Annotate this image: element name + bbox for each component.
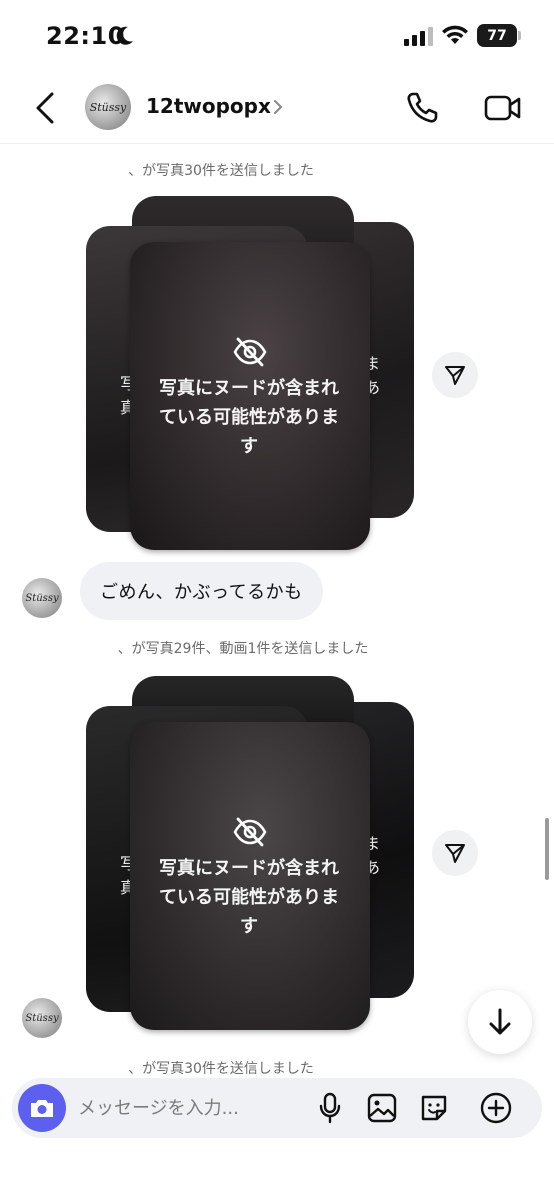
share-button[interactable] bbox=[432, 830, 478, 876]
share-button[interactable] bbox=[432, 352, 478, 398]
battery-icon: 77 bbox=[477, 24, 517, 47]
send-icon bbox=[445, 366, 465, 385]
add-icon bbox=[480, 1092, 512, 1124]
avatar[interactable]: Stüssy bbox=[85, 84, 131, 130]
sensitive-warning: 写真にヌードが含まれている可能性があります bbox=[159, 378, 339, 457]
mic-icon bbox=[319, 1092, 341, 1124]
gallery-icon bbox=[367, 1093, 397, 1123]
message-bubble[interactable]: ごめん、かぶってるかも bbox=[80, 562, 323, 620]
photo-stack[interactable]: 写 真 ま あ 写真にヌードが含まれている可能性があります bbox=[84, 676, 418, 1030]
photo-stack[interactable]: 写 真 ま あ 写真にヌードが含まれている可能性があります bbox=[84, 196, 418, 550]
system-message: 、が写真30件を送信しました bbox=[128, 1061, 314, 1077]
battery-nub bbox=[518, 31, 521, 40]
status-bar: 22:10 77 bbox=[0, 0, 554, 74]
photo-card-front[interactable]: 写真にヌードが含まれている可能性があります bbox=[130, 242, 370, 550]
eye-off-icon bbox=[233, 817, 267, 847]
sticker-icon bbox=[421, 1095, 447, 1121]
video-icon[interactable] bbox=[484, 90, 522, 126]
back-icon[interactable] bbox=[32, 90, 60, 126]
gallery-button[interactable] bbox=[364, 1090, 400, 1126]
camera-icon bbox=[31, 1100, 53, 1117]
sender-avatar[interactable]: Stüssy bbox=[22, 998, 62, 1038]
clock: 22:10 bbox=[46, 22, 125, 50]
system-message: 、が写真30件を送信しました bbox=[128, 163, 314, 179]
send-icon bbox=[445, 844, 465, 863]
system-message: 、が写真29件、動画1件を送信しました bbox=[117, 641, 369, 657]
photo-card-front[interactable]: 写真にヌードが含まれている可能性があります bbox=[130, 722, 370, 1030]
sensitive-warning: 写真にヌードが含まれている可能性があります bbox=[159, 858, 339, 937]
sticker-button[interactable] bbox=[416, 1090, 452, 1126]
phone-icon[interactable] bbox=[404, 90, 440, 126]
eye-off-icon bbox=[233, 337, 267, 367]
sender-avatar[interactable]: Stüssy bbox=[22, 578, 62, 618]
signal-icon bbox=[404, 27, 433, 46]
add-button[interactable] bbox=[478, 1090, 514, 1126]
moon-icon bbox=[116, 26, 133, 45]
scrollbar[interactable] bbox=[545, 818, 549, 880]
wifi-icon bbox=[442, 25, 468, 44]
chat-header: Stüssy 12twopopx bbox=[0, 74, 554, 144]
scroll-to-bottom-button[interactable] bbox=[468, 990, 532, 1054]
chat-username[interactable]: 12twopopx bbox=[146, 94, 271, 118]
chevron-right-icon[interactable] bbox=[272, 98, 284, 116]
arrow-down-icon bbox=[489, 1008, 511, 1035]
message-composer bbox=[12, 1078, 542, 1138]
message-input[interactable] bbox=[78, 1092, 308, 1124]
camera-button[interactable] bbox=[18, 1084, 66, 1132]
mic-button[interactable] bbox=[312, 1090, 348, 1126]
